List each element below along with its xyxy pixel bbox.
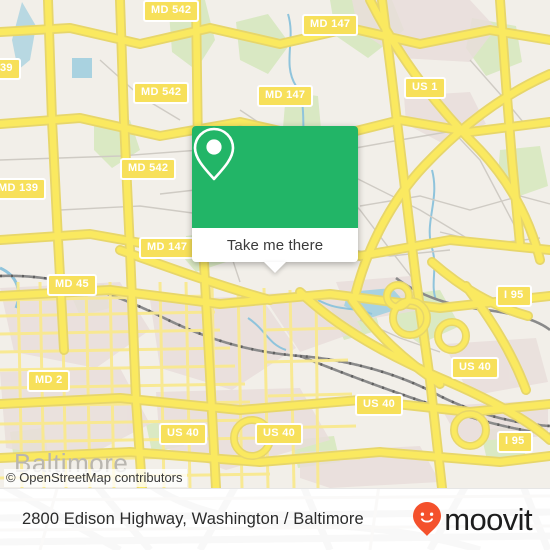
location-callout-card[interactable]: Take me there <box>192 126 358 273</box>
road-shield: MD 147 <box>257 85 314 107</box>
road-shield: MD 2 <box>27 370 71 392</box>
take-me-there-button[interactable]: Take me there <box>192 228 358 273</box>
road-shield: I 95 <box>497 431 533 453</box>
road-shield: MD 45 <box>47 274 97 296</box>
osm-attribution: © OpenStreetMap contributors <box>4 469 187 487</box>
road-shield: MD 542 <box>143 0 200 22</box>
road-shield: US 40 <box>355 394 404 416</box>
road-shield: MD 139 <box>0 178 47 200</box>
callout-header <box>192 126 358 228</box>
road-shield: MD 147 <box>302 14 359 36</box>
footer-content: 2800 Edison Highway, Washington / Baltim… <box>0 488 550 550</box>
screenshot-root: MD 542 MD 147 US 1 39 MD 542 MD 147 MD 542 MD 1… <box>0 0 550 550</box>
road-shield: US 1 <box>404 77 446 99</box>
road-shield: MD 147 <box>139 237 196 259</box>
road-shield: US 40 <box>451 357 500 379</box>
moovit-logo[interactable]: moovit <box>412 501 533 537</box>
road-shield: I 95 <box>496 285 532 307</box>
callout-tail-pointer <box>264 262 286 273</box>
address-label: 2800 Edison Highway, Washington / Baltim… <box>22 509 364 528</box>
moovit-pin-smiley-icon <box>413 502 442 536</box>
footer-bar: 2800 Edison Highway, Washington / Baltim… <box>0 488 550 550</box>
moovit-wordmark: moovit <box>444 501 532 537</box>
map-pin-icon <box>193 127 235 181</box>
road-shield: US 40 <box>159 423 208 445</box>
road-shield: MD 542 <box>120 158 177 180</box>
take-me-there-label: Take me there <box>226 236 324 254</box>
road-shield: MD 542 <box>133 82 190 104</box>
road-shield: US 40 <box>255 423 304 445</box>
road-shield: 39 <box>0 58 21 80</box>
map-canvas[interactable]: MD 542 MD 147 US 1 39 MD 542 MD 147 MD 542 MD 1… <box>0 0 550 488</box>
